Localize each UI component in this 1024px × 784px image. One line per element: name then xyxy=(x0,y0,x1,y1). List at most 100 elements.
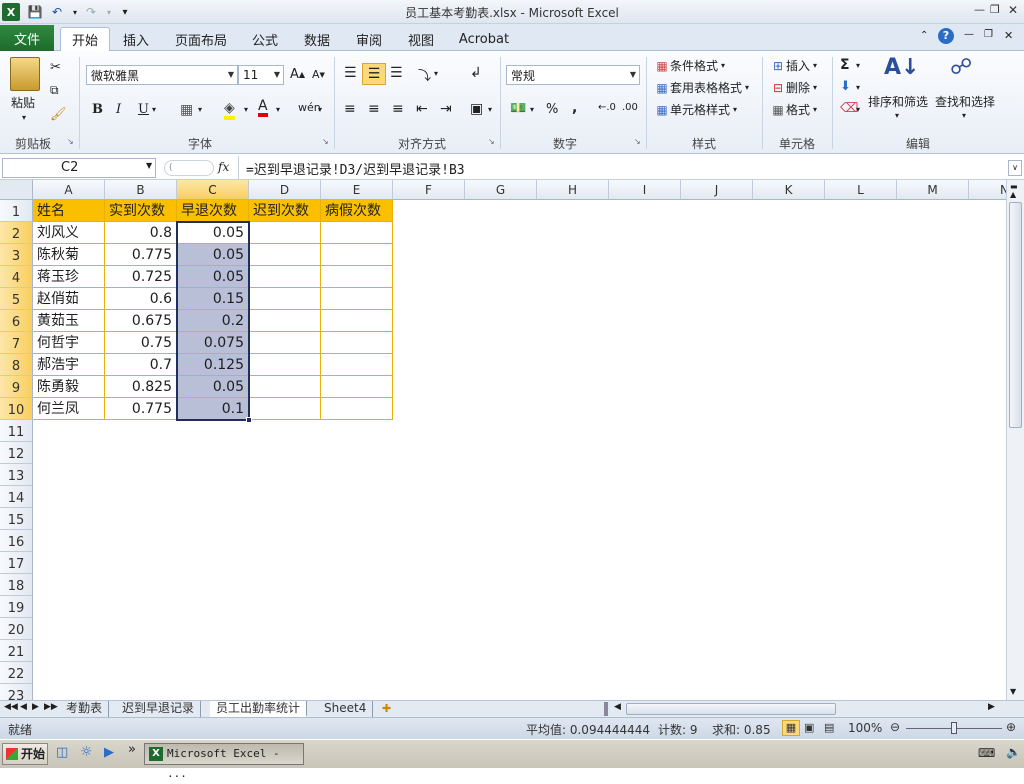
cell-a5[interactable]: 赵俏茹 xyxy=(33,288,105,310)
row-header-9[interactable]: 9 xyxy=(0,376,33,398)
autosum-icon[interactable]: Σ xyxy=(840,57,850,73)
cell-d2[interactable] xyxy=(249,222,321,244)
merge-dropdown-icon[interactable]: ▾ xyxy=(488,105,492,114)
copy-icon[interactable]: ⧉ xyxy=(50,83,59,98)
cell-c4[interactable]: 0.05 xyxy=(177,266,249,288)
increase-decimal-icon[interactable]: ←.0 xyxy=(598,102,616,113)
cell-d5[interactable] xyxy=(249,288,321,310)
cell-d10[interactable] xyxy=(249,398,321,420)
font-name-select[interactable]: 微软雅黑 ▼ xyxy=(86,65,238,85)
row-header-5[interactable]: 5 xyxy=(0,288,33,310)
minimize-icon[interactable]: — xyxy=(974,3,985,16)
row-header-2[interactable]: 2 xyxy=(0,222,33,244)
fill-icon[interactable]: ⬇ xyxy=(840,79,851,94)
scroll-left-icon[interactable]: ◀ xyxy=(614,702,621,712)
orientation-dropdown-icon[interactable]: ▾ xyxy=(434,69,438,78)
sheet-tab-attendance[interactable]: 考勤表 xyxy=(60,701,110,717)
formula-input[interactable]: =迟到早退记录!D3/迟到早退记录!B3 xyxy=(246,159,465,178)
find-select-dropdown-icon[interactable]: ▾ xyxy=(962,111,966,120)
paste-dropdown-icon[interactable]: ▾ xyxy=(22,113,26,122)
autosum-dropdown-icon[interactable]: ▾ xyxy=(856,61,860,70)
borders-dropdown-icon[interactable]: ▾ xyxy=(198,105,202,114)
quicklaunch-more-icon[interactable]: » xyxy=(128,742,136,757)
row-header-23[interactable]: 23 xyxy=(0,684,33,700)
cell-e2[interactable] xyxy=(321,222,393,244)
first-sheet-icon[interactable]: ◀◀ xyxy=(4,702,18,712)
cell-e4[interactable] xyxy=(321,266,393,288)
horizontal-scroll-thumb[interactable] xyxy=(626,703,836,715)
close-icon[interactable]: ✕ xyxy=(1008,3,1018,17)
row-header-15[interactable]: 15 xyxy=(0,508,33,530)
align-left-icon[interactable]: ≡ xyxy=(344,101,356,117)
row-header-11[interactable]: 11 xyxy=(0,420,33,442)
sheet-tab-attendance-stats[interactable]: 员工出勤率统计 xyxy=(210,701,308,717)
sort-filter-dropdown-icon[interactable]: ▾ xyxy=(895,111,899,120)
cell-a8[interactable]: 郝浩宇 xyxy=(33,354,105,376)
row-header-4[interactable]: 4 xyxy=(0,266,33,288)
format-cells-button[interactable]: ▦ 格式 ▾ xyxy=(770,101,817,118)
tab-review[interactable]: 审阅 xyxy=(348,28,390,51)
cell-e6[interactable] xyxy=(321,310,393,332)
worksheet-grid[interactable]: ABCDEFGHIJKLMN 1 2 3 4 5 6 7 8 9 10 11 12 13 14 15 16 17… xyxy=(0,180,1006,700)
normal-view-icon[interactable]: ▦ xyxy=(782,720,800,736)
align-middle-icon[interactable]: ☰ xyxy=(362,63,386,85)
accounting-dropdown-icon[interactable]: ▾ xyxy=(530,105,534,114)
cell-e7[interactable] xyxy=(321,332,393,354)
workbook-minimize-icon[interactable]: — xyxy=(964,29,974,40)
formula-bar-resizer[interactable]: ( xyxy=(164,160,214,176)
number-format-select[interactable]: 常规 ▼ xyxy=(506,65,640,85)
column-header-k[interactable]: K xyxy=(753,180,825,200)
cell-b1[interactable]: 实到次数 xyxy=(105,200,177,222)
row-header-22[interactable]: 22 xyxy=(0,662,33,684)
cell-a6[interactable]: 黄茹玉 xyxy=(33,310,105,332)
name-box[interactable]: C2 xyxy=(2,158,156,178)
zoom-slider-thumb[interactable] xyxy=(951,722,957,734)
align-bottom-icon[interactable]: ☰ xyxy=(390,65,403,81)
cell-a2[interactable]: 刘风义 xyxy=(33,222,105,244)
expand-formula-bar-icon[interactable]: ∨ xyxy=(1008,160,1022,176)
bold-icon[interactable]: B xyxy=(92,102,103,117)
row-header-21[interactable]: 21 xyxy=(0,640,33,662)
row-header-1[interactable]: 1 xyxy=(0,200,33,222)
insert-function-icon[interactable]: fx xyxy=(218,160,229,174)
alignment-launcher-icon[interactable]: ↘ xyxy=(488,137,495,146)
grow-font-icon[interactable]: A ▲ xyxy=(290,67,305,82)
fill-handle[interactable] xyxy=(246,417,252,423)
column-header-f[interactable]: F xyxy=(393,180,465,200)
cell-b8[interactable]: 0.7 xyxy=(105,354,177,376)
restore-icon[interactable]: ❐ xyxy=(990,3,1000,16)
cut-icon[interactable]: ✂ xyxy=(50,60,61,75)
sheet-tab-late-records[interactable]: 迟到早退记录 xyxy=(116,701,202,717)
font-launcher-icon[interactable]: ↘ xyxy=(322,137,329,146)
format-as-table-button[interactable]: ▦ 套用表格格式 ▾ xyxy=(654,79,749,96)
delete-cells-button[interactable]: ⊟ 删除 ▾ xyxy=(770,79,817,96)
cell-e1[interactable]: 病假次数 xyxy=(321,200,393,222)
cell-c1[interactable]: 早退次数 xyxy=(177,200,249,222)
column-header-m[interactable]: M xyxy=(897,180,969,200)
paste-icon[interactable] xyxy=(10,57,40,91)
row-header-20[interactable]: 20 xyxy=(0,618,33,640)
italic-icon[interactable]: I xyxy=(116,102,121,117)
find-select-icon[interactable]: ☍ xyxy=(950,55,972,80)
increase-indent-icon[interactable]: ⇥ xyxy=(440,101,452,117)
align-center-icon[interactable]: ≡ xyxy=(368,101,380,117)
scroll-up-icon[interactable]: ▲ xyxy=(1010,190,1016,199)
column-header-g[interactable]: G xyxy=(465,180,537,200)
cell-a9[interactable]: 陈勇毅 xyxy=(33,376,105,398)
cell-a10[interactable]: 何兰凤 xyxy=(33,398,105,420)
underline-dropdown-icon[interactable]: ▾ xyxy=(152,105,156,114)
column-header-e[interactable]: E xyxy=(321,180,393,200)
column-header-j[interactable]: J xyxy=(681,180,753,200)
select-all-corner[interactable] xyxy=(0,180,33,200)
tab-split-handle[interactable] xyxy=(604,702,608,716)
help-icon[interactable]: ? xyxy=(938,28,954,44)
accounting-format-icon[interactable]: 💵 xyxy=(510,101,526,116)
cell-d6[interactable] xyxy=(249,310,321,332)
cell-c7[interactable]: 0.075 xyxy=(177,332,249,354)
decrease-indent-icon[interactable]: ⇤ xyxy=(416,101,428,117)
last-sheet-icon[interactable]: ▶▶ xyxy=(44,702,58,712)
tab-home[interactable]: 开始 xyxy=(60,27,110,51)
media-icon[interactable]: ▶ xyxy=(104,745,114,760)
cell-b9[interactable]: 0.825 xyxy=(105,376,177,398)
cell-b4[interactable]: 0.725 xyxy=(105,266,177,288)
